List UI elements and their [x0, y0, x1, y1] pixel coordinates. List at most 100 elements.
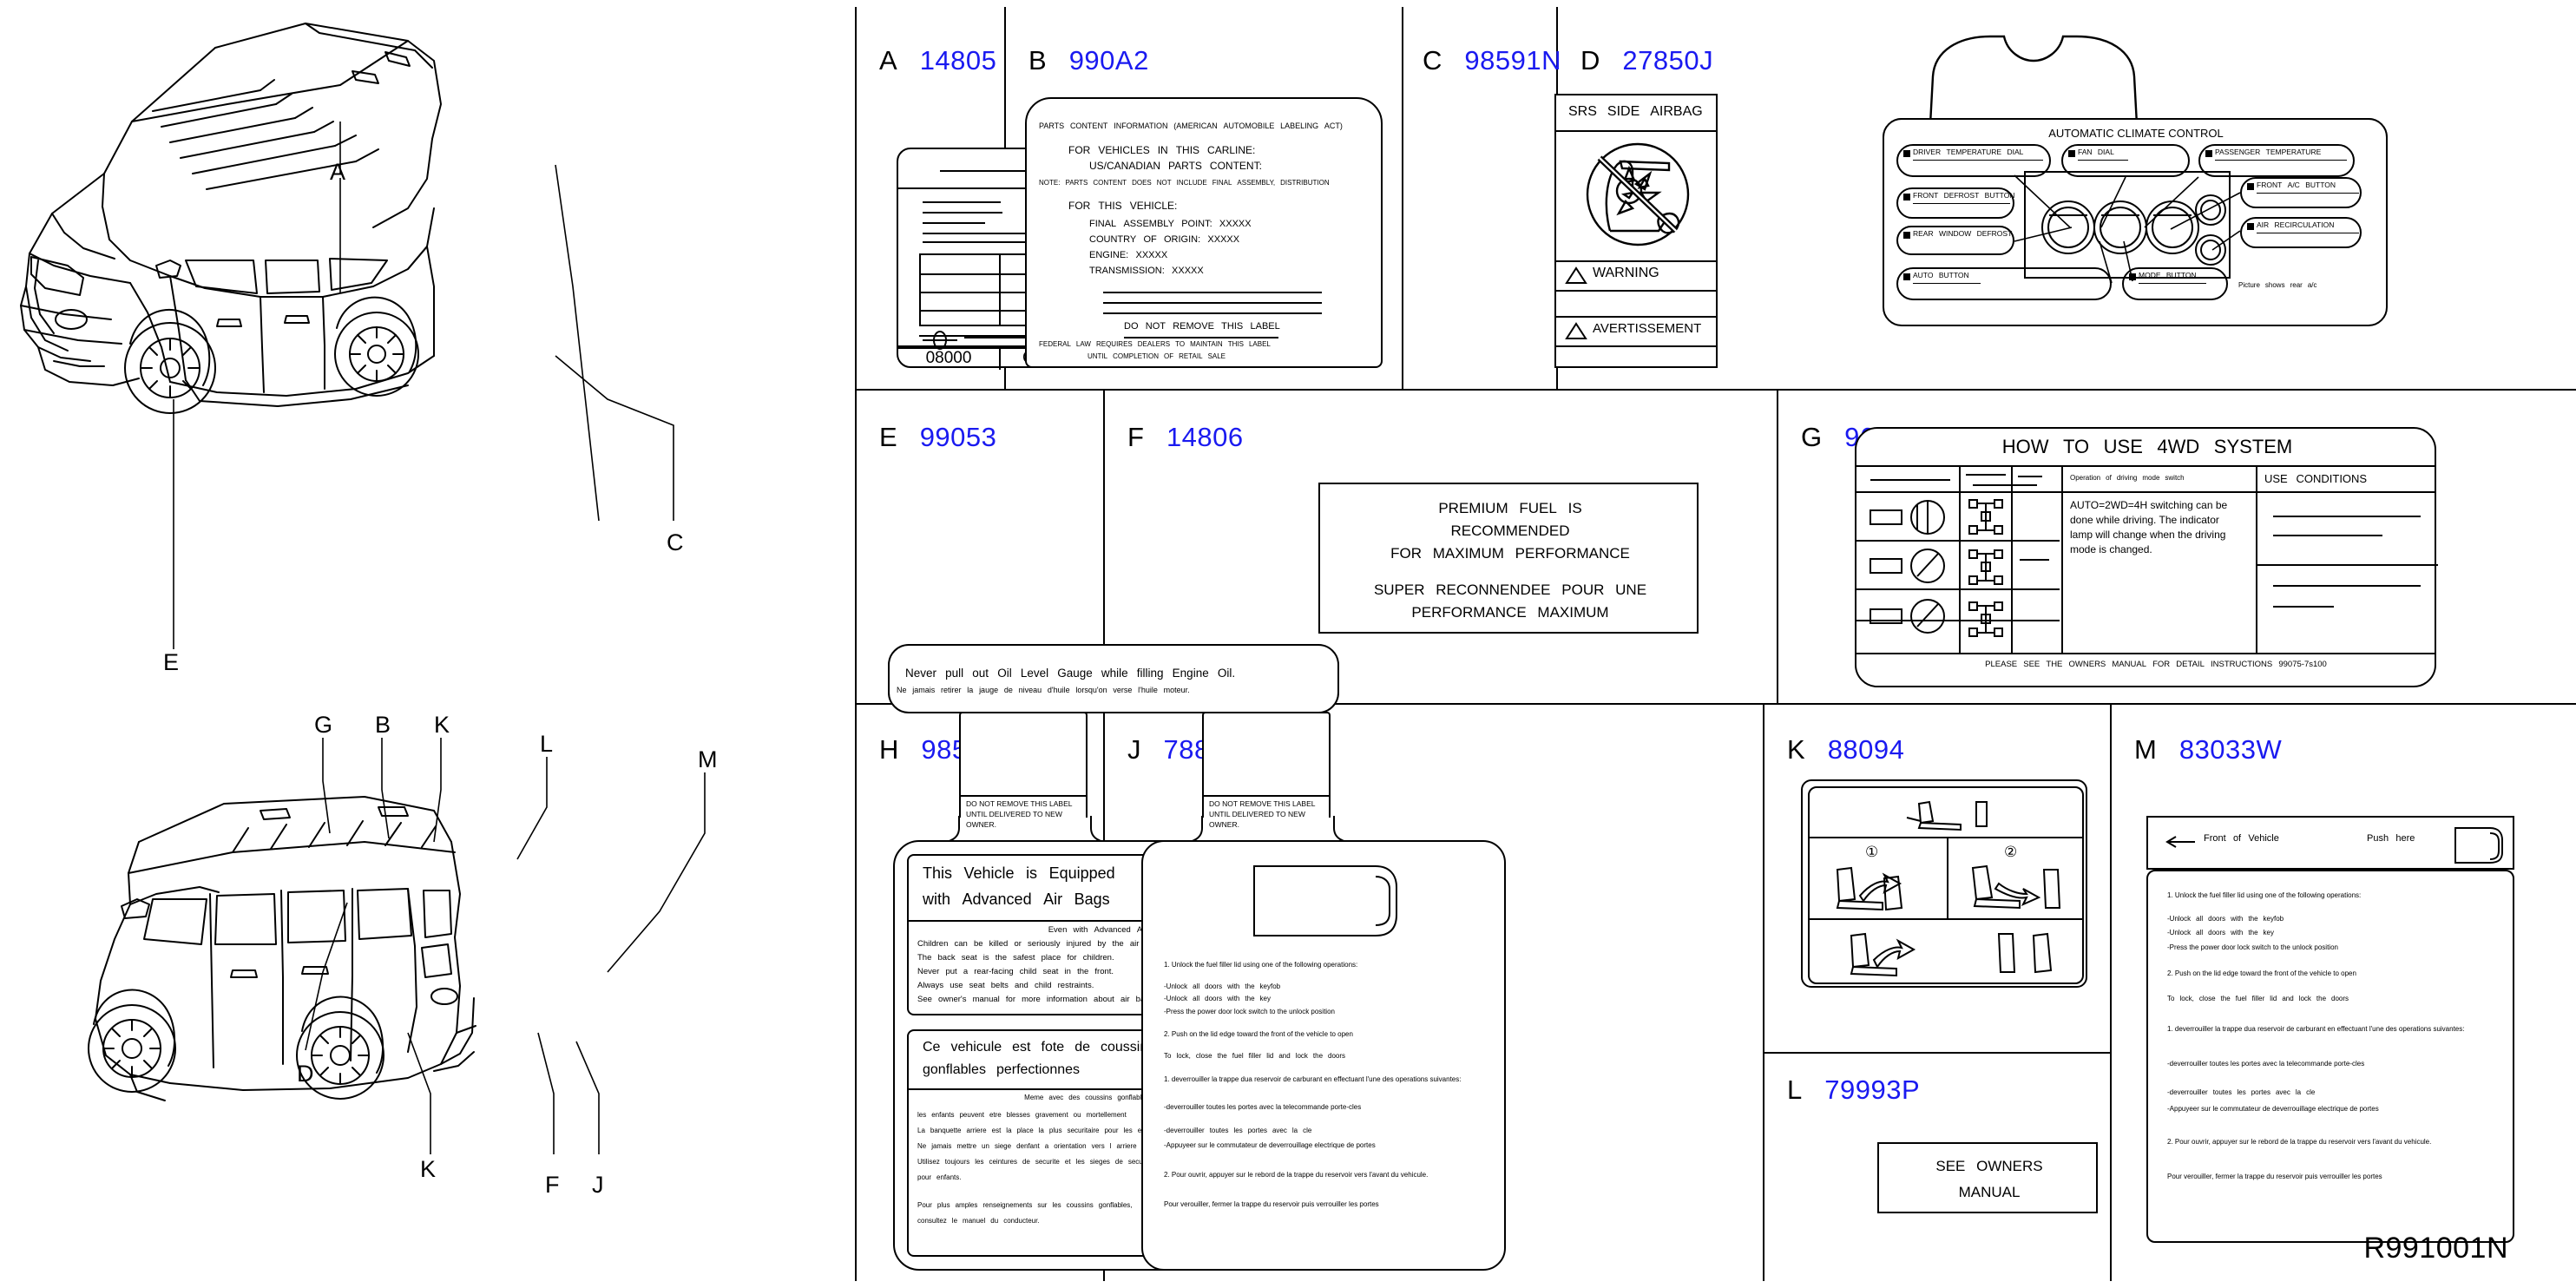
callout-label-d: D	[297, 1061, 314, 1087]
seat-fold-step1-icon	[1836, 866, 1903, 911]
panel-d-graphic: AUTOMATIC CLIMATE CONTROL DRIVER TEMPERAT…	[1556, 0, 2576, 389]
panel-f-en-line-2: RECOMMENDED	[1450, 522, 1570, 539]
panel-c-letter: C	[1423, 45, 1442, 76]
panel-m-part-number[interactable]: 83033W	[2179, 734, 2282, 766]
callout-label-k-lower: K	[420, 1156, 437, 1182]
panel-h-body-fr-6: Pour plus amples renseignements sur les coussi…	[917, 1201, 1133, 1209]
panel-h-body-fr-1: les enfants peuvent etre blesses gravement ou m…	[917, 1111, 1127, 1119]
panel-m-step-en-6: To lock, close the fuel filler lid and lock the do…	[2167, 995, 2349, 1002]
panel-h-title-en-1: This Vehicle is Equipped	[923, 864, 1115, 882]
callout-label-m: M	[698, 746, 718, 772]
panel-k-label-card: ① ②	[1801, 779, 2087, 988]
panel-e-part-number[interactable]: 99053	[920, 422, 997, 453]
panel-m-header-left: Front of Vehicle	[2204, 833, 2279, 844]
panel-b-row-transmission: TRANSMISSION: XXXXX	[1089, 266, 1204, 276]
panel-a-footer-left: 08000	[925, 349, 972, 367]
callout-label-c: C	[667, 529, 684, 555]
push-here-icon	[2454, 827, 2503, 864]
panel-h-title-en-2: with Advanced Air Bags	[923, 890, 1110, 908]
vehicle-rear-view-illustration	[88, 796, 476, 1101]
arrow-left-icon	[2165, 836, 2195, 848]
panel-j-step-fr-4: -Appuyeer sur le commutateur de deverrou…	[1164, 1141, 1376, 1149]
panel-m-step-en-5: 2. Push on the lid edge toward the front…	[2167, 969, 2356, 977]
panel-j-step-en-6: To lock, close the fuel filler lid and lock the do…	[1164, 1052, 1346, 1060]
panel-b-letter: B	[1028, 45, 1047, 76]
panel-m-header-right: Push here	[2367, 833, 2415, 844]
callout-label-e: E	[163, 649, 180, 675]
panel-b-header: PARTS CONTENT INFORMATION (AMERICAN AUTOMOBI…	[1039, 122, 1343, 130]
panel-m-header-strip: Front of Vehicle Push here	[2146, 816, 2514, 870]
panel-m-step-en-1: 1. Unlock the fuel filler lid using one …	[2167, 891, 2362, 899]
mode-switch-icon-auto	[1870, 500, 1945, 535]
panel-b-row-country-origin: COUNTRY OF ORIGIN: XXXXX	[1089, 234, 1240, 245]
panel-k-marker-2: ②	[2004, 844, 2018, 860]
panel-h-body-en-3: Never put a rear-facing child seat in the front.	[917, 967, 1114, 976]
panel-l-letter: L	[1787, 1074, 1803, 1105]
seat-fold-bottom-icons	[1850, 932, 2053, 977]
panel-m-step-fr-2: -deverrouiller toutes les portes avec la…	[2167, 1060, 2365, 1068]
diagram-reference-code: R991001N	[2363, 1232, 2508, 1265]
mode-switch-icon-4h	[1870, 599, 1945, 634]
panel-j-step-fr-6: Pour verouiller, fermer la trappe du res…	[1164, 1200, 1379, 1208]
panel-f-label-card: PREMIUM FUEL IS RECOMMENDED FOR MAXIMUM PERF…	[1318, 483, 1699, 634]
panel-j-label-card: 1. Unlock the fuel filler lid using one …	[1141, 840, 1506, 1271]
panel-g-title: HOW TO USE 4WD SYSTEM	[2001, 436, 2293, 457]
panel-g-body: AUTO=2WD=4H switching can be done while …	[2070, 499, 2228, 555]
panel-f-part-number[interactable]: 14806	[1166, 422, 1244, 453]
panel-m-step-fr-5: 2. Pour ouvrir, appuyer sur le rebord de…	[2167, 1138, 2432, 1146]
panel-c: C 98591N	[1402, 0, 1561, 389]
panel-h-letter: H	[879, 734, 899, 765]
panel-d-climate-card-outer: AUTOMATIC CLIMATE CONTROL DRIVER TEMPERAT…	[1883, 118, 2388, 326]
panel-l-line-1: SEE OWNERS	[1935, 1158, 2043, 1174]
panel-m-letter: M	[2134, 734, 2157, 765]
panel-h-title-fr-2: gonflables perfectionnes	[923, 1062, 1081, 1077]
panel-j-step-fr-1: 1. deverrouiller la trappe dua reservoir…	[1164, 1075, 1462, 1083]
callout-label-j: J	[592, 1172, 604, 1198]
panel-g-col-operation: Operation of driving mode switch	[2070, 474, 2185, 482]
panel-j-step-en-2: -Unlock all doors with the keyfob	[1164, 982, 1281, 990]
panel-f-letter: F	[1127, 422, 1144, 452]
vehicle-front-view-illustration	[20, 23, 600, 522]
panel-j-step-fr-2: -deverrouiller toutes les portes avec la…	[1164, 1103, 1362, 1111]
panel-g-footer: PLEASE SEE THE OWNERS MANUAL FOR DETAIL INSTRUC…	[1985, 660, 2327, 669]
panel-k-part-number[interactable]: 88094	[1828, 734, 1905, 766]
panel-k-letter: K	[1787, 734, 1805, 765]
drivetrain-icon-1	[1968, 499, 2003, 535]
panel-h-body-fr-5: pour enfants.	[917, 1173, 962, 1181]
panel-m-step-fr-1: 1. deverrouiller la trappe dua reservoir…	[2167, 1025, 2465, 1033]
seat-fold-step2-icon	[1971, 864, 2061, 910]
panel-m-step-fr-4: -Appuyeer sur le commutateur de deverrou…	[2167, 1105, 2379, 1113]
panel-m-step-en-4: -Press the power door lock switch to the…	[2167, 943, 2338, 951]
panel-d-leader-lines	[2014, 174, 2241, 284]
panel-j-step-en-3: -Unlock all doors with the key	[1164, 995, 1271, 1002]
label-panel-grid: A 14805 08000 B 990A2 PARTS CONTENT INFO…	[855, 0, 2576, 1288]
panel-g-col-use-conditions: USE CONDITIONS	[2264, 472, 2368, 485]
panel-b-note: NOTE: PARTS CONTENT DOES NOT INCLUDE FINAL ASSE…	[1039, 179, 1330, 187]
panel-j-step-en-5: 2. Push on the lid edge toward the front…	[1164, 1030, 1353, 1038]
panel-m-step-en-3: -Unlock all doors with the key	[2167, 929, 2274, 936]
panel-b-label-card: PARTS CONTENT INFORMATION (AMERICAN AUTOMOBI…	[1025, 97, 1383, 368]
panel-g-label-card: HOW TO USE 4WD SYSTEM Operation of driving mode…	[1855, 427, 2438, 687]
panel-j-step-en-4: -Press the power door lock switch to the…	[1164, 1008, 1335, 1015]
panel-c-part-number[interactable]: 98591N	[1464, 45, 1561, 76]
panel-a-part-number[interactable]: 14805	[920, 45, 997, 76]
panel-b-carline-line: FOR VEHICLES IN THIS CARLINE:	[1068, 144, 1256, 156]
panel-b-do-not-remove: DO NOT REMOVE THIS LABEL	[1124, 321, 1280, 332]
panel-j-step-fr-5: 2. Pour ouvrir, appuyer sur le rebord de…	[1164, 1171, 1429, 1179]
parts-label-diagram: A C E G B K L M D K F J A 14805 08000 B …	[0, 0, 2576, 1288]
panel-m-label-card: 1. Unlock the fuel filler lid using one …	[2146, 870, 2514, 1243]
panel-g-letter: G	[1801, 422, 1823, 452]
callout-label-l: L	[540, 731, 554, 757]
panel-h-body-fr-7: consultez le manuel du conducteur.	[917, 1217, 1040, 1225]
callout-label-a: A	[330, 159, 346, 185]
panel-m-step-en-2: -Unlock all doors with the keyfob	[2167, 915, 2284, 923]
callout-label-k-upper: K	[434, 712, 450, 738]
panel-k-marker-1: ①	[1865, 844, 1879, 860]
panel-b-federal-line-1: FEDERAL LAW REQUIRES DEALERS TO MAINTAIN THIS L…	[1039, 340, 1271, 348]
panel-l-part-number[interactable]: 79993P	[1824, 1074, 1920, 1106]
panel-m-step-fr-3: -deverrouiller toutes les portes avec la cle	[2167, 1088, 2316, 1096]
panel-b-part-number[interactable]: 990A2	[1069, 45, 1149, 76]
seat-folded-icon	[1906, 800, 1988, 831]
panel-f-fr-line-2: PERFORMANCE MAXIMUM	[1411, 604, 1609, 621]
panel-k-inner-frame: ① ②	[1808, 786, 2084, 984]
